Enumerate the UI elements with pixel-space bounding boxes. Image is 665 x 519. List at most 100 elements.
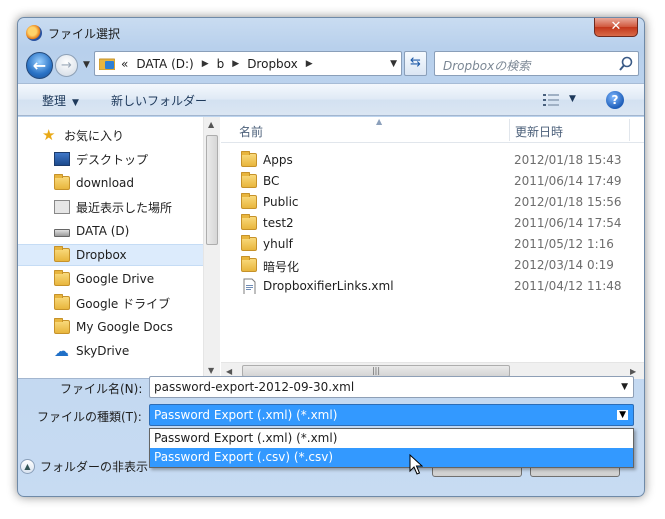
file-date: 2012/03/14 0:19 — [514, 258, 614, 272]
scroll-down-icon[interactable]: ▼ — [208, 366, 214, 375]
sort-ascending-icon: ▲ — [376, 117, 383, 126]
file-row[interactable]: Public 2012/01/18 15:56 — [221, 192, 644, 213]
file-row[interactable]: 暗号化 2012/03/14 0:19 — [221, 255, 644, 276]
nav-item-label: 最近表示した場所 — [76, 200, 173, 215]
nav-item-dropbox[interactable]: Dropbox — [18, 244, 203, 266]
dropbox-icon — [54, 246, 70, 262]
column-date-header[interactable]: 更新日時 — [515, 123, 563, 140]
new-folder-button[interactable]: 新しいフォルダー — [111, 92, 207, 109]
hide-folders-label: フォルダーの非表示 — [40, 460, 149, 474]
chevron-right-icon[interactable]: ▶ — [202, 57, 209, 72]
filetype-option-csv[interactable]: Password Export (.csv) (*.csv) — [150, 448, 633, 467]
file-name: 暗号化 — [263, 260, 300, 274]
organize-button[interactable]: 整理 ▼ — [42, 92, 79, 109]
nav-item-skydrive[interactable]: ☁ SkyDrive — [54, 340, 203, 362]
breadcrumb-item[interactable]: Dropbox — [247, 57, 298, 72]
star-icon: ★ — [42, 126, 56, 144]
skydrive-icon: ☁ — [54, 342, 69, 360]
nav-item-label: download — [76, 176, 135, 190]
xml-file-icon — [243, 278, 256, 294]
file-date: 2011/06/14 17:49 — [514, 174, 622, 188]
chevron-down-icon[interactable]: ▼ — [621, 382, 628, 392]
nav-item-recent-places[interactable]: 最近表示した場所 — [54, 196, 203, 218]
file-row[interactable]: yhulf 2011/05/12 1:16 — [221, 234, 644, 255]
mouse-cursor-icon — [409, 454, 423, 475]
file-row[interactable]: BC 2011/06/14 17:49 — [221, 171, 644, 192]
address-bar[interactable]: « DATA (D:) ▶ b ▶ Dropbox ▶ ▼ — [94, 51, 402, 76]
nav-item-label: Google Drive — [76, 272, 155, 286]
hide-folders-toggle[interactable]: ▲ フォルダーの非表示 — [20, 458, 148, 475]
nav-item-download[interactable]: download — [54, 172, 203, 194]
dropbox-folder-icon — [99, 58, 115, 70]
file-name: BC — [263, 174, 280, 188]
main-pane: ★ お気に入り デスクトップ download 最近表示した場所 DATA (D… — [18, 117, 644, 379]
nav-item-google-drive[interactable]: Google Drive — [54, 268, 203, 290]
recent-places-icon — [54, 200, 70, 214]
nav-item-label: お気に入り — [64, 128, 125, 143]
column-name-header[interactable]: 名前 — [239, 123, 263, 140]
chevron-down-icon[interactable]: ▼ — [390, 59, 397, 69]
nav-item-desktop[interactable]: デスクトップ — [54, 148, 203, 170]
chevron-down-icon[interactable]: ▼ — [617, 410, 628, 420]
title-bar: ファイル選択 ✕ — [18, 18, 644, 48]
google-drive-icon — [54, 270, 70, 286]
back-button[interactable]: ← — [26, 52, 53, 79]
scrollbar-thumb[interactable] — [206, 135, 218, 245]
folder-icon — [241, 256, 257, 272]
search-icon[interactable] — [619, 56, 633, 72]
filetype-option-xml[interactable]: Password Export (.xml) (*.xml) — [150, 429, 633, 448]
file-date: 2012/01/18 15:56 — [514, 195, 622, 209]
file-name: DropboxifierLinks.xml — [263, 279, 394, 293]
scroll-left-icon[interactable]: ◀ — [226, 367, 232, 376]
file-name: Apps — [263, 153, 293, 167]
nav-item-favorites[interactable]: ★ お気に入り — [42, 124, 202, 146]
file-row[interactable]: DropboxifierLinks.xml 2011/04/12 11:48 — [221, 276, 644, 297]
nav-item-label: DATA (D) — [76, 224, 130, 238]
filename-input[interactable]: password-export-2012-09-30.xml ▼ — [149, 376, 634, 398]
forward-button[interactable]: → — [55, 54, 78, 77]
scroll-up-icon[interactable]: ▲ — [208, 120, 214, 129]
folder-icon — [54, 318, 70, 334]
help-icon[interactable]: ? — [606, 91, 624, 109]
nav-item-label: Dropbox — [76, 248, 127, 262]
nav-pane-scrollbar[interactable]: ▲ ▼ — [203, 117, 220, 379]
file-name: yhulf — [263, 237, 293, 251]
google-drive-icon — [54, 294, 70, 310]
folder-icon — [241, 151, 257, 167]
nav-item-label: デスクトップ — [76, 152, 149, 167]
folder-icon — [241, 235, 257, 251]
breadcrumb-item[interactable]: DATA (D:) — [136, 57, 193, 72]
breadcrumb: « DATA (D:) ▶ b ▶ Dropbox ▶ — [121, 57, 313, 72]
search-input[interactable]: Dropboxの検索 — [434, 51, 639, 76]
nav-item-label: My Google Docs — [76, 320, 173, 334]
recent-pages-dropdown-icon[interactable]: ▼ — [83, 60, 90, 70]
chevron-right-icon[interactable]: ▶ — [232, 57, 239, 72]
chevron-up-icon: ▲ — [20, 459, 35, 474]
view-options-icon[interactable] — [543, 94, 559, 106]
file-name: test2 — [263, 216, 294, 230]
chevron-right-icon[interactable]: ▶ — [306, 57, 313, 72]
nav-item-google-drive-jp[interactable]: Google ドライブ — [54, 292, 203, 314]
navigation-pane: ★ お気に入り デスクトップ download 最近表示した場所 DATA (D… — [18, 117, 203, 379]
desktop-icon — [54, 152, 70, 166]
filetype-value: Password Export (.xml) (*.xml) — [154, 408, 338, 422]
toolbar: 整理 ▼ 新しいフォルダー ▼ ? — [18, 83, 644, 116]
column-header: ▲ 名前 更新日時 — [221, 117, 644, 143]
file-row[interactable]: test2 2011/06/14 17:54 — [221, 213, 644, 234]
scroll-right-icon[interactable]: ▶ — [630, 367, 636, 376]
file-row[interactable]: Apps 2012/01/18 15:43 — [221, 150, 644, 171]
file-name: Public — [263, 195, 299, 209]
nav-item-my-google-docs[interactable]: My Google Docs — [54, 316, 203, 338]
refresh-button[interactable]: ⇆ — [404, 51, 427, 76]
chevron-down-icon[interactable]: ▼ — [569, 94, 576, 104]
filetype-select[interactable]: Password Export (.xml) (*.xml) ▼ — [149, 404, 634, 426]
file-date: 2012/01/18 15:43 — [514, 153, 622, 167]
folder-icon — [241, 193, 257, 209]
folder-icon — [241, 172, 257, 188]
filename-value: password-export-2012-09-30.xml — [154, 380, 355, 394]
breadcrumb-overflow[interactable]: « — [121, 57, 128, 72]
breadcrumb-item[interactable]: b — [217, 57, 225, 72]
close-button[interactable]: ✕ — [594, 18, 638, 37]
nav-item-data-drive[interactable]: DATA (D) — [54, 220, 203, 242]
drive-icon — [54, 229, 70, 237]
